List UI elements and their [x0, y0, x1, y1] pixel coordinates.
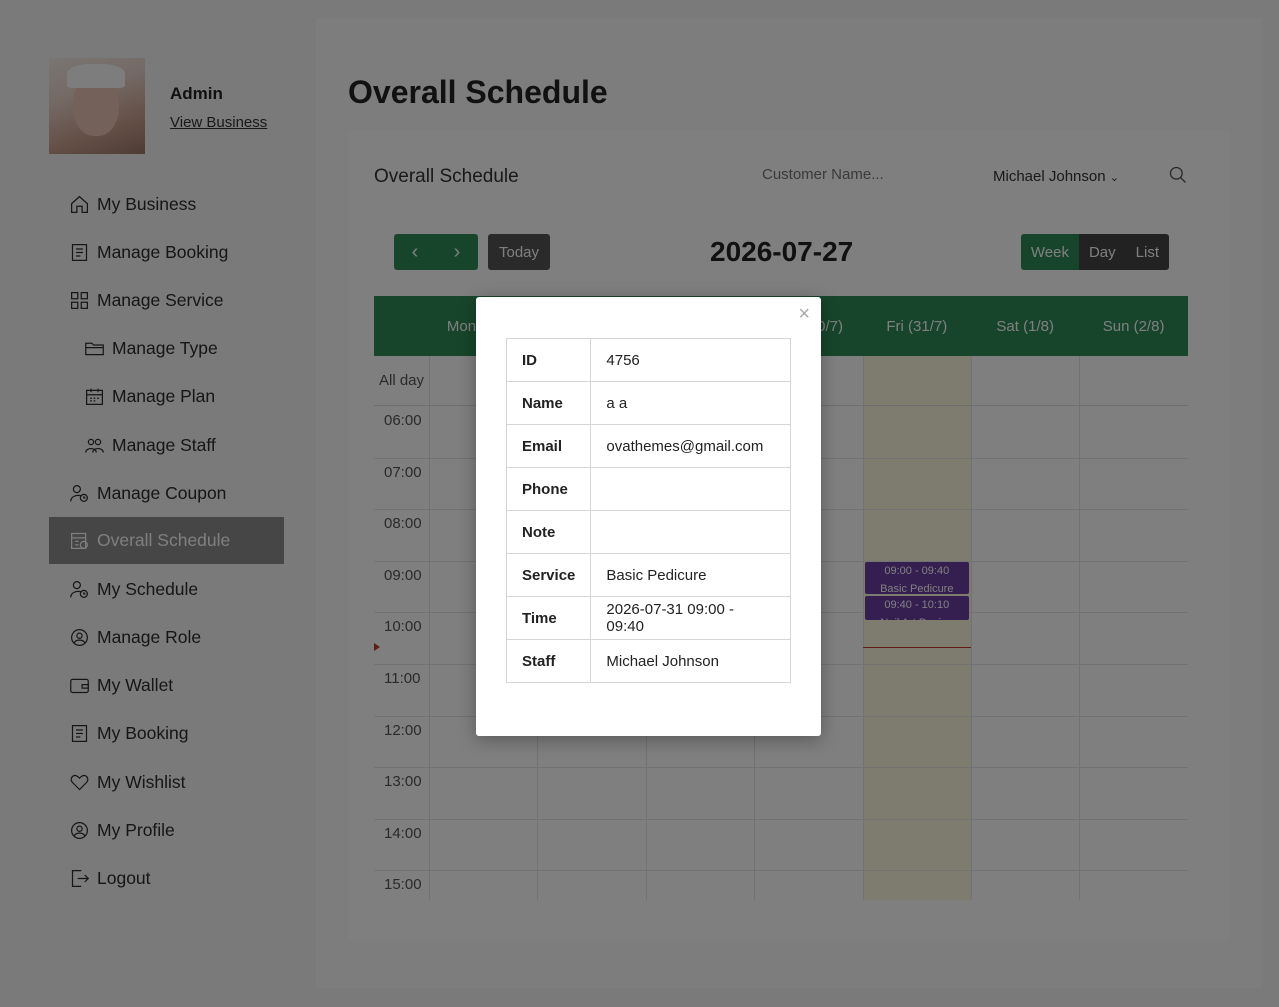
detail-value: [590, 510, 791, 554]
detail-key: Staff: [505, 639, 592, 683]
detail-key: Name: [505, 381, 592, 425]
detail-row-name: Name a a: [505, 381, 791, 425]
detail-key: Phone: [505, 467, 592, 511]
detail-row-email: Email ovathemes@gmail.com: [505, 424, 791, 468]
detail-row-phone: Phone: [505, 467, 791, 511]
detail-key: Note: [505, 510, 592, 554]
detail-key: Time: [505, 596, 592, 640]
detail-value: 4756: [590, 338, 791, 382]
detail-key: Email: [505, 424, 592, 468]
detail-row-service: Service Basic Pedicure: [505, 553, 791, 597]
detail-key: ID: [505, 338, 592, 382]
close-icon[interactable]: ×: [798, 303, 810, 326]
booking-detail-modal: × ID 4756 Name a a Email ovathemes@gmail.com P…: [476, 297, 821, 736]
detail-row-staff: Staff Michael Johnson: [505, 639, 791, 683]
detail-value: ovathemes@gmail.com: [590, 424, 791, 468]
detail-row-note: Note: [505, 510, 791, 554]
detail-value: [590, 467, 791, 511]
detail-key: Service: [505, 553, 592, 597]
detail-value: Basic Pedicure: [590, 553, 791, 597]
detail-value: 2026-07-31 09:00 - 09:40: [590, 596, 791, 640]
detail-value: Michael Johnson: [590, 639, 791, 683]
booking-detail-table: ID 4756 Name a a Email ovathemes@gmail.com Pho…: [505, 338, 791, 683]
detail-value: a a: [590, 381, 791, 425]
detail-row-id: ID 4756: [505, 338, 791, 382]
detail-row-time: Time 2026-07-31 09:00 - 09:40: [505, 596, 791, 640]
